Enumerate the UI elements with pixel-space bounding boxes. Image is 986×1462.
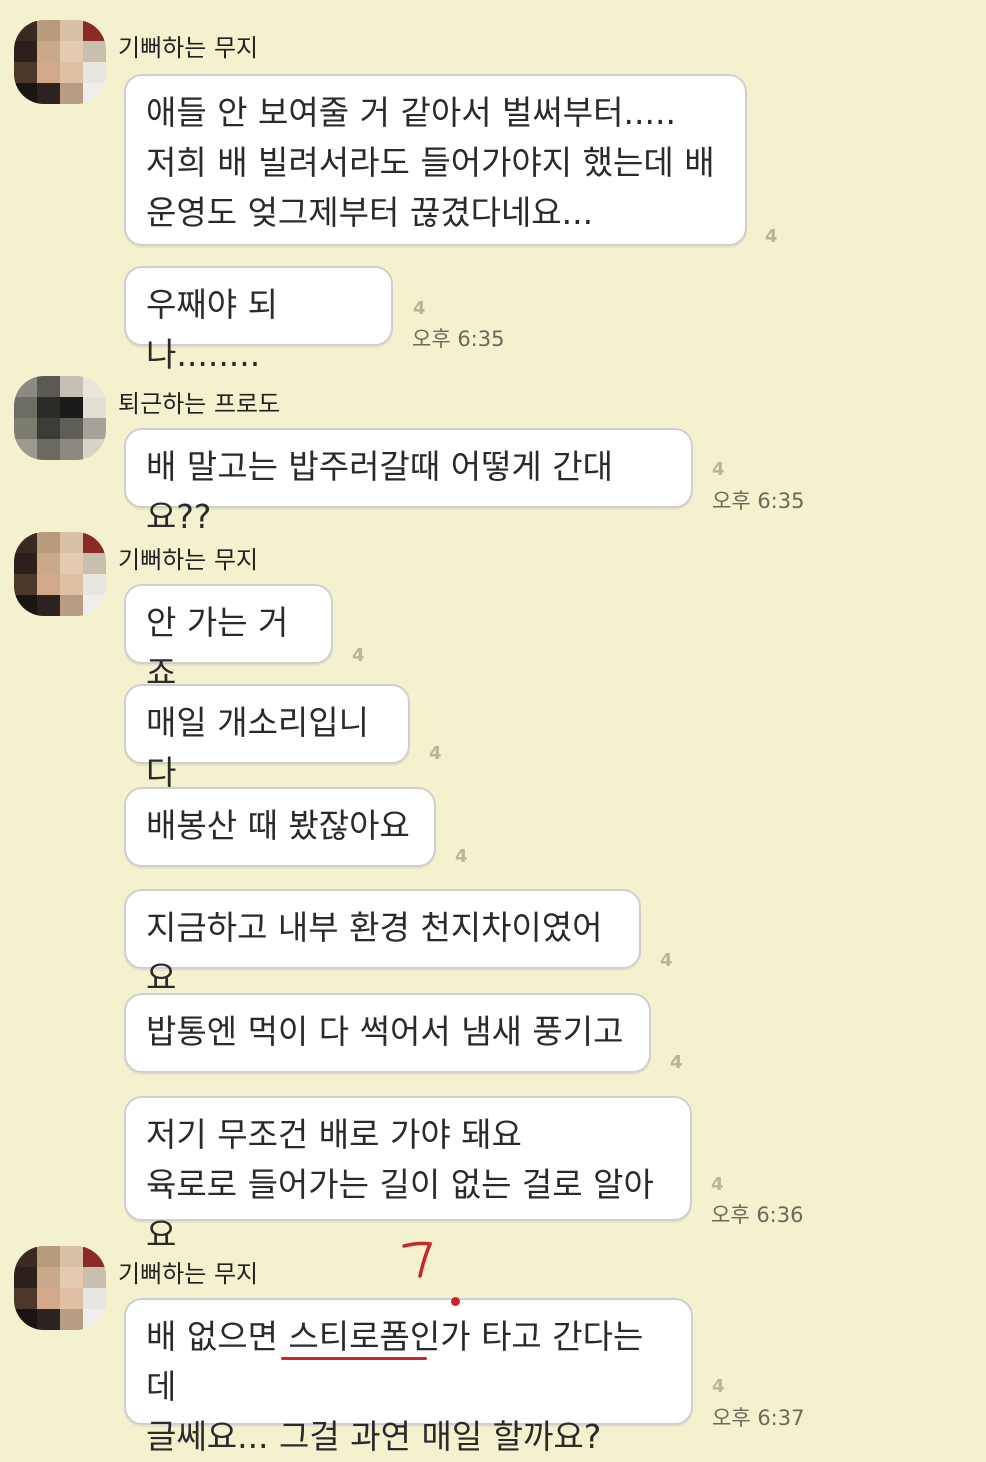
unread-count: 4 bbox=[712, 459, 725, 480]
unread-count: 4 bbox=[712, 1376, 725, 1397]
unread-count: 4 bbox=[765, 226, 778, 247]
message-bubble[interactable]: 배 없으면 스티로폼인가 타고 간다는데 글쎄요... 그걸 과연 매일 할까요… bbox=[124, 1298, 693, 1456]
sender-name: 퇴근하는 프로도 bbox=[118, 390, 281, 418]
message-bubble[interactable]: 매일 개소리입니다 bbox=[124, 684, 410, 792]
annotation-dot-icon bbox=[451, 1297, 460, 1306]
message-bubble[interactable]: 애들 안 보여줄 거 같아서 벌써부터..... 저희 배 빌려서라도 들어가야… bbox=[124, 74, 747, 246]
avatar-muzi[interactable] bbox=[14, 532, 106, 616]
unread-count: 4 bbox=[429, 743, 442, 764]
message-bubble[interactable]: 배봉산 때 봤잖아요 bbox=[124, 787, 436, 867]
avatar-muzi[interactable] bbox=[14, 20, 106, 104]
unread-count: 4 bbox=[455, 846, 468, 867]
message-bubble[interactable]: 지금하고 내부 환경 천지차이였어요 bbox=[124, 889, 641, 997]
message-bubble[interactable]: 저기 무조건 배로 가야 돼요 육로로 들어가는 길이 없는 걸로 알아요 bbox=[124, 1096, 692, 1254]
unread-count: 4 bbox=[352, 645, 365, 666]
message-bubble[interactable]: 밥통엔 먹이 다 썩어서 냄새 풍기고 bbox=[124, 993, 651, 1073]
message-time: 오후 6:36 bbox=[711, 1203, 804, 1227]
sender-name: 기뻐하는 무지 bbox=[118, 546, 259, 574]
unread-count: 4 bbox=[670, 1052, 683, 1073]
annotation-underline bbox=[281, 1357, 427, 1360]
unread-count: 4 bbox=[660, 950, 673, 971]
unread-count: 4 bbox=[711, 1174, 724, 1195]
message-bubble[interactable]: 배 말고는 밥주러갈때 어떻게 간대요?? bbox=[124, 428, 693, 536]
message-time: 오후 6:35 bbox=[712, 489, 805, 513]
sender-name: 기뻐하는 무지 bbox=[118, 1260, 259, 1288]
sender-name: 기뻐하는 무지 bbox=[118, 34, 259, 62]
message-bubble[interactable]: 안 가는 거죠 bbox=[124, 584, 333, 692]
message-bubble[interactable]: 우째야 되나........ bbox=[124, 266, 393, 374]
message-time: 오후 6:37 bbox=[712, 1406, 805, 1430]
unread-count: 4 bbox=[413, 298, 426, 319]
annotation-mark-icon bbox=[402, 1241, 433, 1278]
avatar-frodo[interactable] bbox=[14, 376, 106, 460]
avatar-muzi[interactable] bbox=[14, 1246, 106, 1330]
message-time: 오후 6:35 bbox=[412, 327, 505, 351]
